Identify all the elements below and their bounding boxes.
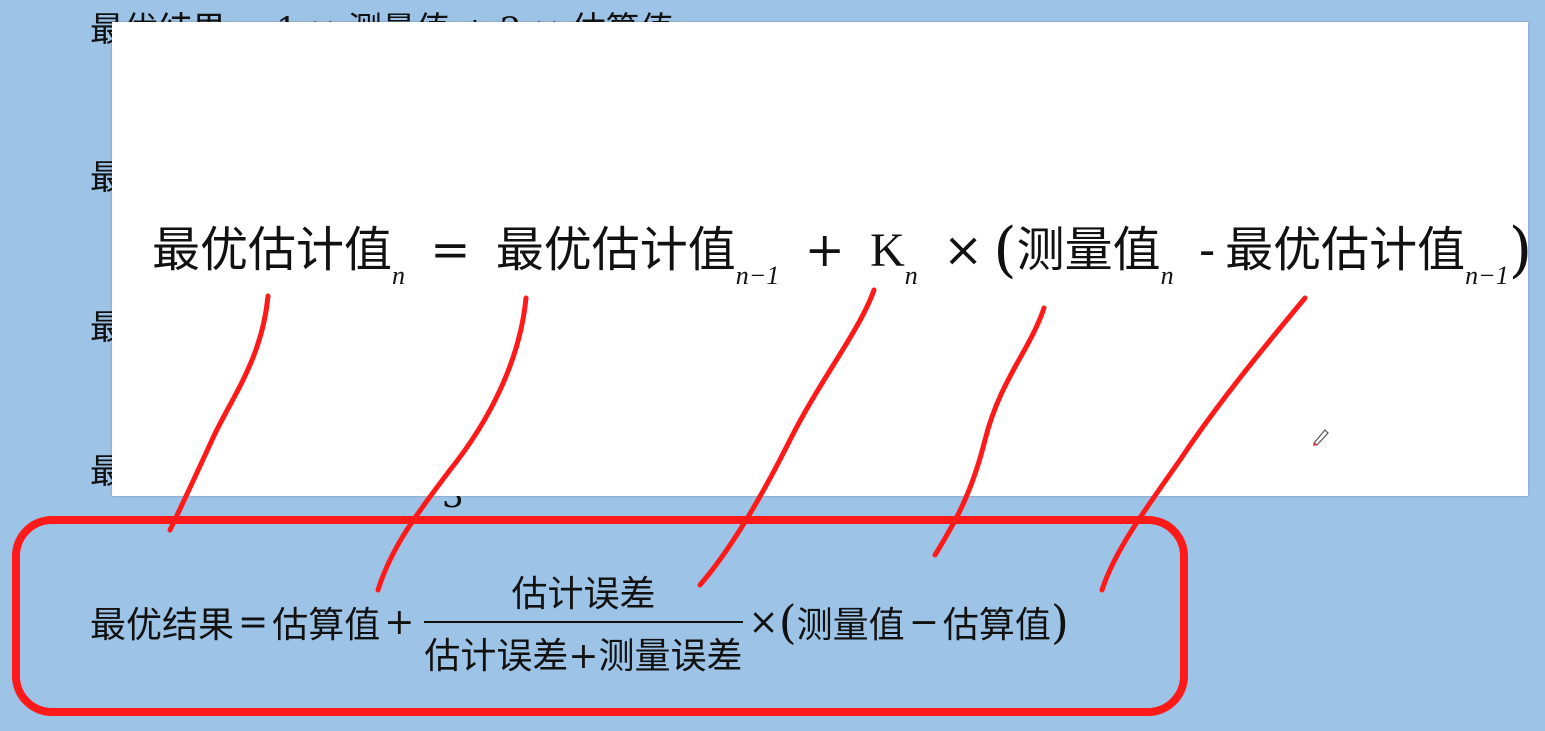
connector-line-1 [167,293,271,533]
annotation-lines [167,287,1308,593]
connector-line-3 [697,287,877,588]
connector-line-4 [932,305,1047,558]
connector-line-2 [375,295,529,593]
pen-cursor-icon [1313,429,1329,446]
connector-line-5 [1099,295,1308,593]
